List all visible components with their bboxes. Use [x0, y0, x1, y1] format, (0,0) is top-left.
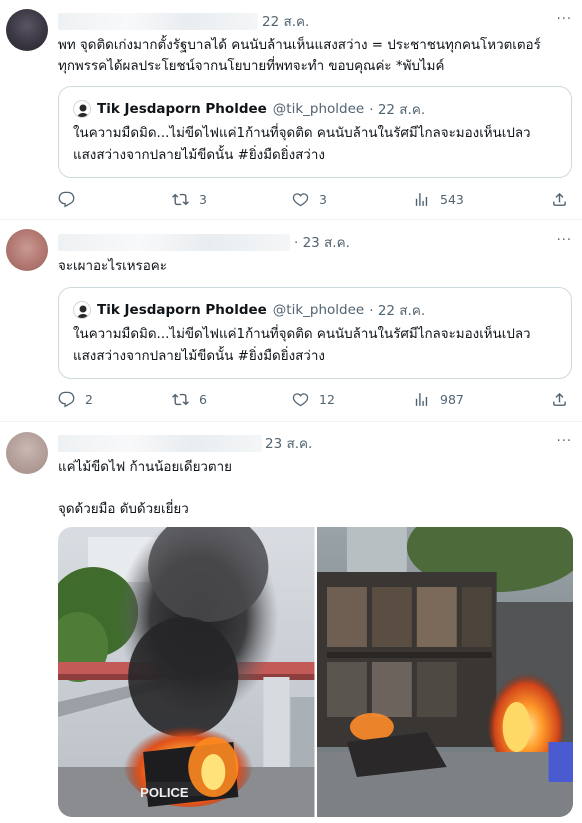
views-count: 543 [440, 191, 464, 207]
reply-count: 2 [85, 391, 93, 407]
retweet-button[interactable]: 3 [172, 188, 207, 210]
more-icon[interactable]: ··· [557, 233, 572, 248]
heart-icon [292, 191, 309, 208]
quoted-date: · 22 ส.ค. [369, 303, 426, 319]
avatar[interactable] [6, 432, 48, 474]
action-bar: 2 6 12 987 [58, 388, 568, 410]
quoted-text: ในความมืดมิด...ไม่ขีดไฟแค่1ก้านที่จุดติด… [73, 126, 531, 163]
quoted-date: · 22 ส.ค. [369, 102, 426, 118]
tweet-date[interactable]: 23 ส.ค. [265, 432, 312, 454]
share-icon [551, 391, 568, 408]
views-icon [413, 391, 430, 408]
reply-icon [58, 391, 75, 408]
redacted-username [58, 233, 290, 251]
quoted-text: ในความมืดมิด...ไม่ขีดไฟแค่1ก้านที่จุดติด… [73, 327, 531, 364]
media-grid: POLICE [58, 527, 573, 817]
like-button[interactable]: 3 [292, 188, 327, 210]
retweet-count: 3 [199, 191, 207, 207]
action-bar: 3 3 543 [58, 188, 568, 210]
like-button[interactable]: 12 [292, 388, 335, 410]
heart-icon [292, 391, 309, 408]
burning-truck-illustration [316, 527, 573, 817]
photo-burning-police-car[interactable]: POLICE [58, 527, 315, 817]
more-icon[interactable]: ··· [557, 12, 572, 27]
tweet-date[interactable]: · 23 ส.ค. [294, 231, 350, 253]
quoted-author-handle: @tik_pholdee [272, 101, 365, 117]
redacted-username [58, 434, 262, 452]
views-count: 987 [440, 391, 464, 407]
reply-icon [58, 191, 75, 208]
redacted-username [58, 12, 258, 30]
views-button[interactable]: 543 [413, 188, 464, 210]
tweet-header: 22 ส.ค. [58, 11, 309, 31]
tweet-date[interactable]: 22 ส.ค. [262, 10, 309, 32]
photo-burning-truck[interactable] [316, 527, 573, 817]
retweet-icon [172, 391, 189, 408]
like-count: 12 [319, 391, 335, 407]
share-button[interactable] [551, 188, 568, 210]
tweet-header: · 23 ส.ค. [58, 232, 350, 252]
quoted-author-name: Tik Jesdaporn Pholdee [97, 101, 267, 117]
like-count: 3 [319, 191, 327, 207]
quoted-avatar [73, 100, 91, 118]
police-caption: POLICE [140, 785, 189, 800]
tweet-text: แค่ไม้ขีดไฟ ก้านน้อยเดียวตาย จุดด้วยมือ … [58, 460, 232, 517]
tweet-text: จะเผาอะไรเหรอคะ [58, 259, 167, 274]
views-icon [413, 191, 430, 208]
more-icon[interactable]: ··· [557, 434, 572, 449]
avatar[interactable] [6, 9, 48, 51]
views-button[interactable]: 987 [413, 388, 464, 410]
tweet-2[interactable]: · 23 ส.ค. ··· จะเผาอะไรเหรอคะ Tik Jesdap… [0, 220, 582, 422]
burning-car-illustration: POLICE [58, 527, 315, 817]
quoted-tweet[interactable]: Tik Jesdaporn Pholdee @tik_pholdee · 22 … [58, 86, 572, 178]
retweet-count: 6 [199, 391, 207, 407]
reply-button[interactable]: 2 [58, 388, 93, 410]
avatar[interactable] [6, 229, 48, 271]
retweet-icon [172, 191, 189, 208]
tweet-header: 23 ส.ค. [58, 433, 312, 453]
quoted-author-handle: @tik_pholdee [272, 302, 365, 318]
reply-button[interactable] [58, 188, 85, 210]
tweet-1[interactable]: 22 ส.ค. ··· พท จุดติดเก่งมากตั้งรัฐบาลได… [0, 0, 582, 220]
share-icon [551, 191, 568, 208]
retweet-button[interactable]: 6 [172, 388, 207, 410]
share-button[interactable] [551, 388, 568, 410]
tweet-text: พท จุดติดเก่งมากตั้งรัฐบาลได้ คนนับล้านเ… [58, 38, 541, 74]
quoted-tweet[interactable]: Tik Jesdaporn Pholdee @tik_pholdee · 22 … [58, 287, 572, 379]
quoted-avatar [73, 301, 91, 319]
quoted-author-name: Tik Jesdaporn Pholdee [97, 302, 267, 318]
